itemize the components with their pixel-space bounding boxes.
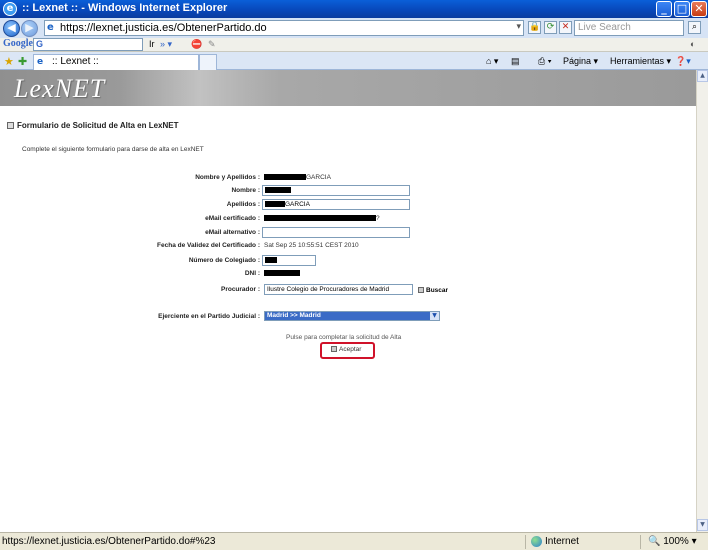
chevron-down-icon[interactable]: ▼ (430, 312, 439, 320)
page-menu-label: Página (563, 56, 592, 66)
aceptar-button[interactable]: Aceptar (331, 346, 361, 353)
email-alternativo-field[interactable] (262, 227, 410, 238)
submit-hint: Pulse para completar la solicitud de Alt… (286, 334, 402, 341)
title-bar: e :: Lexnet :: - Windows Internet Explor… (0, 0, 708, 18)
label-email-alternativo: eMail alternativo : (205, 229, 260, 236)
form-title: Formulario de Solicitud de Alta en LexNE… (7, 121, 179, 130)
address-toolbar: ◀ ▶ e https://lexnet.justicia.es/Obtener… (0, 18, 708, 38)
lock-icon[interactable]: 🔒 (528, 21, 541, 34)
label-nombre: Nombre : (231, 187, 260, 194)
search-icon (418, 287, 424, 293)
value-fecha-validez: Sat Sep 25 10:55:51 CEST 2010 (264, 242, 359, 249)
partido-judicial-select[interactable]: Madrid >> Madrid ▼ (264, 311, 440, 321)
tools-menu-button[interactable]: Herramientas ▾ (610, 56, 671, 67)
redaction (265, 187, 291, 193)
add-favorites-icon[interactable]: ✚ (18, 55, 27, 68)
google-search-input[interactable]: G (33, 38, 143, 51)
lexnet-logo: LexNET (14, 74, 106, 103)
pencil-icon[interactable]: ✎ (208, 39, 216, 50)
buscar-label: Buscar (426, 287, 449, 294)
redaction (265, 257, 277, 263)
divider (525, 535, 526, 549)
apellidos-suffix: GARCIA (285, 201, 310, 208)
status-bar: https://lexnet.justicia.es/ObtenerPartid… (0, 532, 708, 550)
label-email-certificado: eMail certificado : (205, 215, 260, 222)
google-logo: Google (3, 38, 33, 49)
globe-icon (531, 536, 542, 547)
help-icon[interactable]: ❓▾ (675, 56, 691, 67)
feeds-icon[interactable]: ▤ (511, 56, 520, 67)
new-tab-button[interactable] (199, 54, 217, 70)
favorites-star-icon[interactable]: ★ (4, 55, 14, 68)
window-title: :: Lexnet :: - Windows Internet Explorer (22, 2, 228, 14)
live-search-input[interactable]: Live Search (574, 20, 684, 36)
dropdown-arrow-icon[interactable]: ▾ (516, 22, 521, 32)
stop-icon[interactable]: ✕ (559, 21, 572, 34)
value-dni (264, 270, 300, 277)
tab-lexnet[interactable]: e :: Lexnet :: (33, 54, 199, 70)
tab-label: :: Lexnet :: (52, 56, 99, 67)
refresh-icon[interactable]: ⟳ (544, 21, 557, 34)
form-icon (7, 122, 14, 129)
intro-text: Complete el siguiente formulario para da… (22, 146, 204, 153)
settings-icon[interactable]: ◐ (690, 39, 695, 49)
accept-icon (331, 346, 337, 352)
page-menu-button[interactable]: Página ▾ (563, 56, 598, 67)
nombre-apellidos-suffix: GARCIA (306, 174, 331, 181)
redaction (264, 174, 306, 180)
value-nombre-apellidos: GARCIA (264, 174, 331, 181)
search-icon[interactable]: ⌕ (688, 21, 701, 34)
divider (640, 535, 641, 549)
address-field[interactable]: e https://lexnet.justicia.es/ObtenerPart… (44, 20, 524, 36)
google-toolbar: Google G Ir » ▾ ⛔ ✎ ◐ (0, 38, 708, 52)
zoom-level[interactable]: 🔍 100% ▾ (648, 536, 697, 547)
address-url: https://lexnet.justicia.es/ObtenerPartid… (60, 22, 267, 34)
forward-button[interactable]: ▶ (21, 20, 38, 37)
tools-menu-label: Herramientas (610, 56, 665, 66)
close-button[interactable]: ✕ (691, 1, 707, 17)
label-apellidos: Apellidos : (226, 201, 260, 208)
nombre-field[interactable] (262, 185, 410, 196)
zoom-value: 100% (663, 536, 689, 547)
procurador-field[interactable]: Ilustre Colegio de Procuradores de Madri… (264, 284, 413, 295)
form-title-text: Formulario de Solicitud de Alta en LexNE… (17, 121, 179, 130)
email-cert-suffix: ? (376, 215, 380, 222)
label-numero-colegiado: Número de Colegiado : (188, 257, 260, 264)
ie-icon: e (3, 2, 17, 16)
vertical-scrollbar[interactable]: ▲ ▼ (696, 70, 708, 532)
status-url: https://lexnet.justicia.es/ObtenerPartid… (2, 536, 216, 547)
scroll-down-icon[interactable]: ▼ (697, 519, 708, 531)
popup-blocker-icon[interactable]: ⛔ (191, 39, 202, 50)
aceptar-label: Aceptar (339, 346, 362, 353)
print-icon[interactable]: ⎙ ▾ (538, 56, 551, 67)
tab-page-icon: e (37, 57, 44, 67)
google-options-icon[interactable]: » ▾ (160, 39, 172, 50)
redaction (264, 270, 300, 276)
lexnet-banner: LexNET (0, 70, 696, 106)
maximize-button[interactable]: □ (674, 1, 690, 17)
apellidos-field[interactable]: GARCIA (262, 199, 410, 210)
zone-label: Internet (545, 536, 579, 547)
value-email-certificado: ? (264, 215, 380, 222)
google-go-button[interactable]: Ir (149, 39, 155, 49)
banner-stripe (120, 70, 280, 106)
page-icon: e (47, 22, 54, 33)
label-dni: DNI : (244, 270, 260, 277)
home-icon[interactable]: ⌂ ▾ (486, 56, 498, 67)
partido-selected-value: Madrid >> Madrid (267, 312, 321, 319)
numero-colegiado-field[interactable] (262, 255, 316, 266)
label-nombre-apellidos: Nombre y Apellidos : (195, 174, 260, 181)
tab-bar: ★ ✚ e :: Lexnet :: ⌂ ▾ ▤ ⎙ ▾ Página ▾ He… (0, 52, 708, 70)
redaction (265, 201, 285, 207)
label-partido-judicial: Ejerciente en el Partido Judicial : (158, 313, 260, 320)
label-fecha-validez: Fecha de Validez del Certificado : (157, 242, 260, 249)
minimize-button[interactable]: _ (656, 1, 672, 17)
page-content: LexNET Formulario de Solicitud de Alta e… (0, 70, 696, 532)
label-procurador: Procurador : (220, 286, 260, 293)
redaction (264, 215, 376, 221)
back-button[interactable]: ◀ (3, 20, 20, 37)
buscar-button[interactable]: Buscar (418, 287, 448, 294)
scroll-up-icon[interactable]: ▲ (697, 70, 708, 82)
